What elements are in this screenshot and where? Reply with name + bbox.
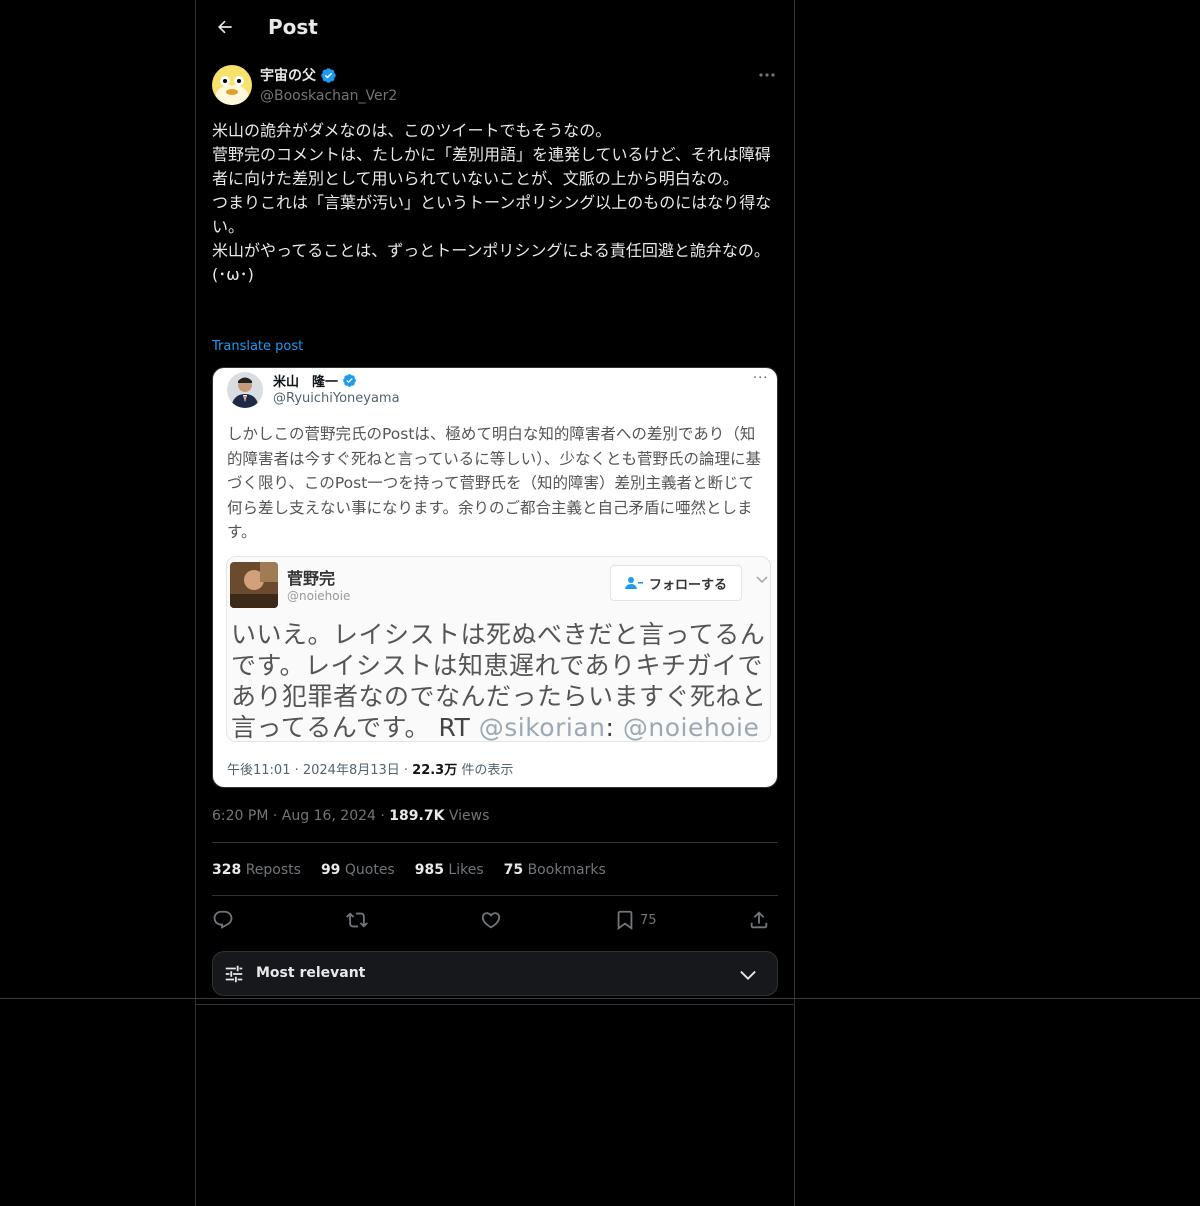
- quotes-label: Quotes: [344, 862, 395, 878]
- reposts-stat[interactable]: 328 Reposts: [212, 860, 301, 880]
- post-text: 米山の詭弁がダメなのは、このツイートでもそうなの。 菅野完のコメントは、たしかに…: [212, 121, 772, 284]
- post-time[interactable]: 6:20 PM: [212, 808, 268, 824]
- share-icon: [750, 911, 768, 929]
- chevron-down-icon: [737, 964, 759, 990]
- quoted-mention-2: @noiehoie: [622, 713, 760, 742]
- sort-label: Most relevant: [256, 965, 366, 981]
- heart-icon: [481, 912, 501, 929]
- author-avatar[interactable]: [212, 65, 252, 105]
- bookmark-icon: [617, 910, 633, 931]
- author-name-row[interactable]: 宇宙の父: [260, 65, 337, 85]
- embedded-avatar: [227, 372, 263, 408]
- quoted-tweet-image: 菅野完 @noiehoie フォローする いいえ。レイシストは死ぬべきだと言って…: [226, 556, 771, 742]
- quoted-rt: RT: [438, 713, 471, 742]
- reposts-label: Reposts: [245, 862, 301, 878]
- add-user-icon: [624, 577, 643, 589]
- likes-stat[interactable]: 985 Likes: [415, 860, 484, 880]
- verified-badge-icon: [343, 374, 356, 387]
- post-date[interactable]: Aug 16, 2024: [282, 808, 376, 824]
- reply-button[interactable]: [212, 906, 234, 934]
- embedded-name-row: 米山 隆一: [273, 371, 357, 390]
- action-bar: 75: [212, 906, 778, 934]
- quoted-text: いいえ。レイシストは死ぬべきだと言ってるんです。レイシストは知恵遅れでありキチガ…: [231, 619, 770, 742]
- repost-button[interactable]: [346, 906, 368, 934]
- embedded-screenshot[interactable]: 米山 隆一 @RyuichiYoneyama ··· しかしこの菅野完氏のPos…: [212, 367, 778, 788]
- follow-label: フォローする: [648, 577, 727, 593]
- quotes-count: 99: [320, 862, 341, 878]
- verified-badge-icon: [321, 67, 336, 83]
- embedded-more-icon: ···: [753, 371, 769, 386]
- embedded-meta-prefix: 午後11:01 · 2024年8月13日 ·: [227, 763, 413, 778]
- quoted-colon: :: [605, 713, 615, 742]
- author-name[interactable]: 宇宙の父: [260, 65, 316, 85]
- repost-icon: [346, 912, 368, 928]
- divider: [196, 1004, 794, 1005]
- bookmarks-stat[interactable]: 75 Bookmarks: [504, 860, 606, 880]
- bookmark-count: 75: [640, 912, 657, 928]
- likes-count: 985: [414, 862, 444, 878]
- divider: [212, 842, 778, 843]
- back-arrow-icon: [217, 20, 232, 34]
- bookmark-button[interactable]: 75: [614, 906, 657, 934]
- sort-replies-dropdown[interactable]: Most relevant: [212, 951, 778, 996]
- follow-button: フォローする: [610, 565, 742, 601]
- translate-post-link[interactable]: Translate post: [212, 338, 303, 356]
- top-bar: Post: [196, 0, 794, 55]
- engagement-stats: 328 Reposts 99 Quotes 985 Likes 75 Bookm…: [212, 860, 606, 880]
- chevron-down-icon: [756, 573, 768, 587]
- quotes-stat[interactable]: 99 Quotes: [321, 860, 395, 880]
- more-options-button[interactable]: [756, 66, 778, 84]
- author-handle[interactable]: @Booskachan_Ver2: [260, 86, 397, 106]
- reply-icon: [213, 910, 233, 929]
- main-column: Post 宇宙の父 @Booskachan_Ver2 米山の詭弁がダメなのは、こ…: [195, 0, 795, 1206]
- quoted-name: 菅野完: [287, 569, 336, 588]
- bookmarks-label: Bookmarks: [527, 862, 606, 878]
- views-count: 189.7K: [389, 808, 445, 824]
- post-meta: 6:20 PM · Aug 16, 2024 · 189.7K Views: [212, 808, 490, 824]
- divider: [212, 895, 778, 896]
- page-title: Post: [268, 15, 318, 39]
- back-button[interactable]: [212, 14, 238, 40]
- embedded-meta-suffix: 件の表示: [457, 763, 514, 778]
- quoted-avatar: [230, 562, 278, 608]
- bookmarks-count: 75: [503, 862, 524, 878]
- reposts-count: 328: [212, 862, 242, 878]
- share-button[interactable]: [748, 906, 770, 934]
- sliders-icon: [223, 963, 245, 989]
- like-button[interactable]: [480, 906, 502, 934]
- embedded-meta-views: 22.3万: [412, 763, 458, 778]
- divider: [0, 998, 1200, 999]
- embedded-meta: 午後11:01 · 2024年8月13日 · 22.3万 件の表示: [227, 759, 513, 778]
- embedded-name: 米山 隆一: [273, 375, 339, 390]
- embedded-text: しかしこの菅野完氏のPostは、極めて明白な知的障害者への差別であり（知的障害者…: [227, 425, 761, 541]
- more-dots-icon: [759, 73, 775, 77]
- likes-label: Likes: [448, 862, 484, 878]
- views-label: Views: [448, 808, 490, 824]
- quoted-mention-1: @sikorian: [478, 713, 606, 742]
- embedded-handle: @RyuichiYoneyama: [273, 391, 400, 406]
- quoted-handle: @noiehoie: [287, 589, 351, 603]
